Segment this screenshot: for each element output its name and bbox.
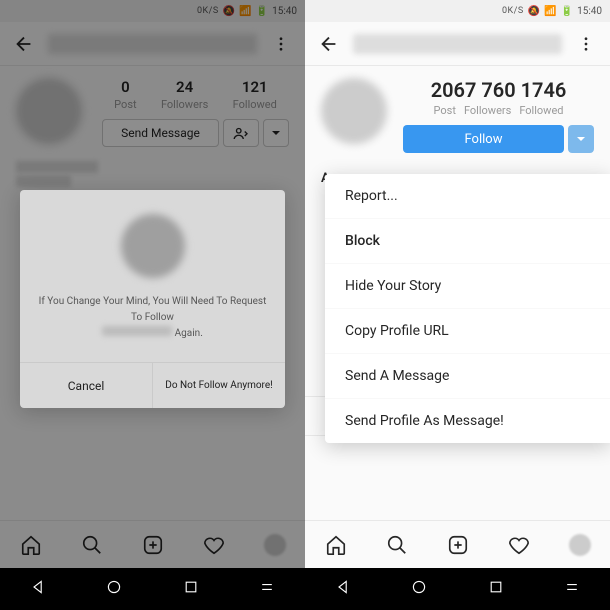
unfollow-confirm-button[interactable]: Do Not Follow Anymore! (153, 363, 285, 408)
clock: 15:40 (577, 6, 602, 17)
menu-send-profile[interactable]: Send Profile As Message! (325, 399, 610, 443)
nav-add[interactable] (427, 521, 488, 568)
battery-icon: 🔋 (561, 6, 573, 17)
sys-back[interactable] (30, 579, 46, 599)
menu-block[interactable]: Block (325, 219, 610, 264)
sys-recent[interactable] (183, 579, 199, 599)
dialog-avatar (121, 214, 185, 278)
menu-send-message[interactable]: Send A Message (325, 354, 610, 399)
network-speed: 0K/S (502, 6, 524, 16)
stats-numbers[interactable]: 2067 760 1746 (403, 78, 594, 102)
nav-home[interactable] (305, 521, 366, 568)
header (305, 22, 610, 66)
back-button[interactable] (313, 28, 345, 60)
left-screen: 0K/S 🔕 📶 🔋 15:40 0 Post (0, 0, 305, 568)
sys-back[interactable] (335, 579, 351, 599)
sys-home[interactable] (411, 579, 427, 599)
sys-recent[interactable] (488, 579, 504, 599)
sys-home[interactable] (106, 579, 122, 599)
username (353, 34, 562, 54)
dropdown-button[interactable] (568, 125, 594, 153)
nav-activity[interactable] (488, 521, 549, 568)
status-bar: 0K/S 🔕 📶 🔋 15:40 (305, 0, 610, 22)
unfollow-dialog: If You Change Your Mind, You Will Need T… (20, 190, 285, 408)
sys-drawer[interactable] (564, 579, 580, 599)
wifi-icon: 📶 (544, 6, 556, 17)
avatar[interactable] (321, 78, 387, 144)
bottom-nav (305, 520, 610, 568)
options-menu-button[interactable] (570, 28, 602, 60)
sys-drawer[interactable] (259, 579, 275, 599)
system-navigation (0, 568, 610, 610)
menu-copy-url[interactable]: Copy Profile URL (325, 309, 610, 354)
nav-profile[interactable] (549, 521, 610, 568)
nav-search[interactable] (366, 521, 427, 568)
cancel-button[interactable]: Cancel (20, 363, 153, 408)
dialog-text: If You Change Your Mind, You Will Need T… (20, 294, 285, 362)
right-screen: 0K/S 🔕 📶 🔋 15:40 2067 760 1746 Post Foll… (305, 0, 610, 568)
menu-hide-story[interactable]: Hide Your Story (325, 264, 610, 309)
follow-button[interactable]: Follow (403, 125, 564, 153)
mute-icon: 🔕 (528, 6, 540, 17)
profile-info: 2067 760 1746 Post Followers Followed Fo… (305, 66, 610, 161)
options-menu: Report... Block Hide Your Story Copy Pro… (325, 174, 610, 443)
stats-labels: Post Followers Followed (403, 104, 594, 117)
menu-report[interactable]: Report... (325, 174, 610, 219)
